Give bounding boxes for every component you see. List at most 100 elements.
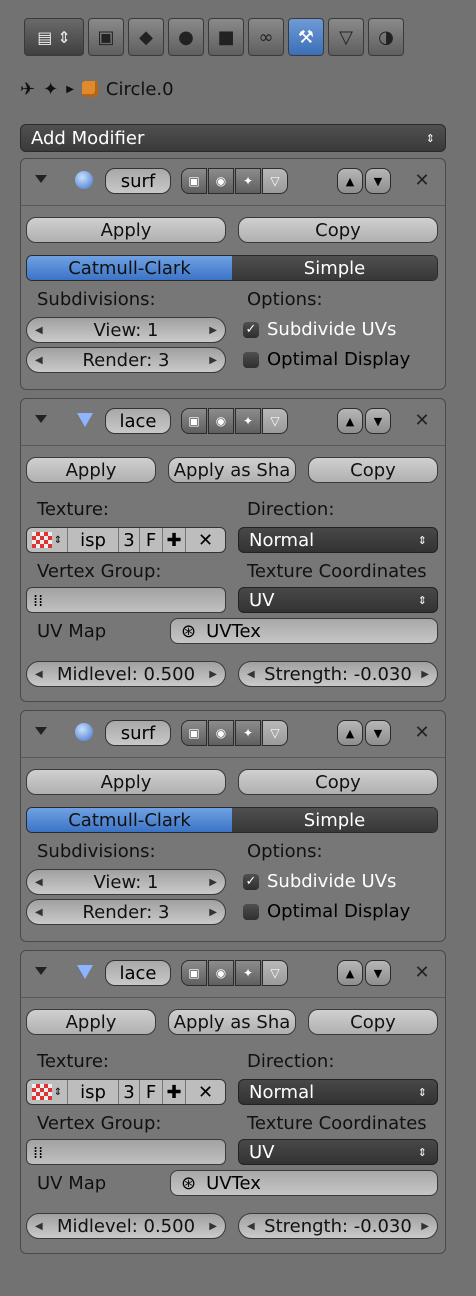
midlevel-field[interactable]: ◀ Midlevel: 0.500 ▶ — [26, 1213, 226, 1239]
collapse-arrow-icon[interactable] — [35, 175, 47, 183]
texture-users-count[interactable]: 3 — [119, 528, 140, 552]
new-texture-icon[interactable]: ✚ — [163, 1080, 186, 1104]
unlink-texture-icon[interactable]: ✕ — [186, 1080, 225, 1104]
cage-toggle-icon[interactable]: ▽ — [262, 168, 288, 194]
tab-material[interactable]: ◑ — [368, 18, 404, 56]
texture-coordinates-dropdown[interactable]: UV ⇕ — [238, 1139, 438, 1165]
render-toggle-icon[interactable]: ▣ — [181, 168, 207, 194]
strength-field[interactable]: ◀ Strength: -0.030 ▶ — [238, 661, 438, 687]
viewport-toggle-icon[interactable]: ◉ — [208, 408, 234, 434]
texture-coordinates-dropdown[interactable]: UV ⇕ — [238, 587, 438, 613]
view-levels-field[interactable]: ◀ View: 1 ▶ — [26, 317, 226, 343]
catmull-clark-option[interactable]: Catmull-Clark — [27, 808, 232, 832]
uv-map-field[interactable]: ⊛ UVTex — [170, 1170, 438, 1196]
increment-arrow-icon[interactable]: ▶ — [209, 355, 217, 366]
modifier-name-field[interactable]: surf — [105, 168, 171, 194]
move-down-icon[interactable]: ▼ — [365, 408, 391, 434]
collapse-arrow-icon[interactable] — [35, 967, 47, 975]
subdivide-uvs-checkbox[interactable]: ✓ Subdivide UVs — [243, 871, 396, 892]
decrement-arrow-icon[interactable]: ◀ — [35, 355, 43, 366]
catmull-clark-option[interactable]: Catmull-Clark — [27, 256, 232, 280]
modifier-name-field[interactable]: surf — [105, 720, 171, 746]
collapse-arrow-icon[interactable] — [35, 415, 47, 423]
new-texture-icon[interactable]: ✚ — [163, 528, 186, 552]
apply-button[interactable]: Apply — [26, 217, 226, 243]
simple-option[interactable]: Simple — [232, 808, 437, 832]
render-toggle-icon[interactable]: ▣ — [181, 720, 207, 746]
editmode-toggle-icon[interactable]: ✦ — [235, 720, 261, 746]
move-up-icon[interactable]: ▲ — [337, 168, 363, 194]
strength-field[interactable]: ◀ Strength: -0.030 ▶ — [238, 1213, 438, 1239]
editmode-toggle-icon[interactable]: ✦ — [235, 168, 261, 194]
fake-user-button[interactable]: F — [140, 1080, 163, 1104]
uv-map-field[interactable]: ⊛ UVTex — [170, 618, 438, 644]
decrement-arrow-icon[interactable]: ◀ — [35, 325, 43, 336]
tab-render[interactable]: ▣ — [88, 18, 124, 56]
viewport-toggle-icon[interactable]: ◉ — [208, 720, 234, 746]
close-icon[interactable]: ✕ — [411, 169, 433, 191]
increment-arrow-icon[interactable]: ▶ — [209, 1221, 217, 1232]
viewport-toggle-icon[interactable]: ◉ — [208, 168, 234, 194]
tab-world[interactable]: ● — [168, 18, 204, 56]
decrement-arrow-icon[interactable]: ◀ — [247, 1221, 255, 1232]
tab-data[interactable]: ▽ — [328, 18, 364, 56]
optimal-display-checkbox[interactable]: Optimal Display — [243, 901, 410, 922]
copy-button[interactable]: Copy — [238, 769, 438, 795]
vertex-group-field[interactable]: ⁞⁞ — [26, 1139, 226, 1165]
vertex-group-field[interactable]: ⁞⁞ — [26, 587, 226, 613]
subdivide-uvs-checkbox[interactable]: ✓ Subdivide UVs — [243, 319, 396, 340]
viewport-toggle-icon[interactable]: ◉ — [208, 960, 234, 986]
simple-option[interactable]: Simple — [232, 256, 437, 280]
increment-arrow-icon[interactable]: ▶ — [421, 1221, 429, 1232]
view-levels-field[interactable]: ◀ View: 1 ▶ — [26, 869, 226, 895]
decrement-arrow-icon[interactable]: ◀ — [35, 669, 43, 680]
texture-name-field[interactable]: isp — [68, 528, 119, 552]
tab-constraints[interactable]: ∞ — [248, 18, 284, 56]
midlevel-field[interactable]: ◀ Midlevel: 0.500 ▶ — [26, 661, 226, 687]
increment-arrow-icon[interactable]: ▶ — [209, 877, 217, 888]
move-down-icon[interactable]: ▼ — [365, 720, 391, 746]
texture-users-count[interactable]: 3 — [119, 1080, 140, 1104]
texture-name-field[interactable]: isp — [68, 1080, 119, 1104]
decrement-arrow-icon[interactable]: ◀ — [35, 907, 43, 918]
copy-button[interactable]: Copy — [238, 217, 438, 243]
pin-icon[interactable]: ✈ — [20, 79, 35, 100]
apply-button[interactable]: Apply — [26, 457, 156, 483]
modifier-name-field[interactable]: lace — [105, 960, 171, 986]
collapse-arrow-icon[interactable] — [35, 727, 47, 735]
tab-scene[interactable]: ◆ — [128, 18, 164, 56]
optimal-display-checkbox[interactable]: Optimal Display — [243, 349, 410, 370]
context-selector-button[interactable]: ▤ ⇕ — [24, 18, 84, 56]
render-toggle-icon[interactable]: ▣ — [181, 960, 207, 986]
close-icon[interactable]: ✕ — [411, 409, 433, 431]
editmode-toggle-icon[interactable]: ✦ — [235, 960, 261, 986]
close-icon[interactable]: ✕ — [411, 721, 433, 743]
copy-button[interactable]: Copy — [308, 1009, 438, 1035]
increment-arrow-icon[interactable]: ▶ — [209, 907, 217, 918]
apply-as-shape-button[interactable]: Apply as Sha — [168, 457, 296, 483]
move-up-icon[interactable]: ▲ — [337, 960, 363, 986]
direction-dropdown[interactable]: Normal ⇕ — [238, 527, 438, 553]
editmode-toggle-icon[interactable]: ✦ — [235, 408, 261, 434]
move-up-icon[interactable]: ▲ — [337, 408, 363, 434]
decrement-arrow-icon[interactable]: ◀ — [35, 1221, 43, 1232]
increment-arrow-icon[interactable]: ▶ — [421, 669, 429, 680]
copy-button[interactable]: Copy — [308, 457, 438, 483]
apply-button[interactable]: Apply — [26, 1009, 156, 1035]
texture-browse-button[interactable]: ⇕ — [27, 1080, 68, 1104]
texture-browse-button[interactable]: ⇕ — [27, 528, 68, 552]
cage-toggle-icon[interactable]: ▽ — [262, 720, 288, 746]
increment-arrow-icon[interactable]: ▶ — [209, 669, 217, 680]
move-down-icon[interactable]: ▼ — [365, 960, 391, 986]
fake-user-button[interactable]: F — [140, 528, 163, 552]
decrement-arrow-icon[interactable]: ◀ — [35, 877, 43, 888]
render-levels-field[interactable]: ◀ Render: 3 ▶ — [26, 899, 226, 925]
move-down-icon[interactable]: ▼ — [365, 168, 391, 194]
apply-button[interactable]: Apply — [26, 769, 226, 795]
decrement-arrow-icon[interactable]: ◀ — [247, 669, 255, 680]
tab-object[interactable]: ■ — [208, 18, 244, 56]
modifier-name-field[interactable]: lace — [105, 408, 171, 434]
cage-toggle-icon[interactable]: ▽ — [262, 408, 288, 434]
apply-as-shape-button[interactable]: Apply as Sha — [168, 1009, 296, 1035]
direction-dropdown[interactable]: Normal ⇕ — [238, 1079, 438, 1105]
